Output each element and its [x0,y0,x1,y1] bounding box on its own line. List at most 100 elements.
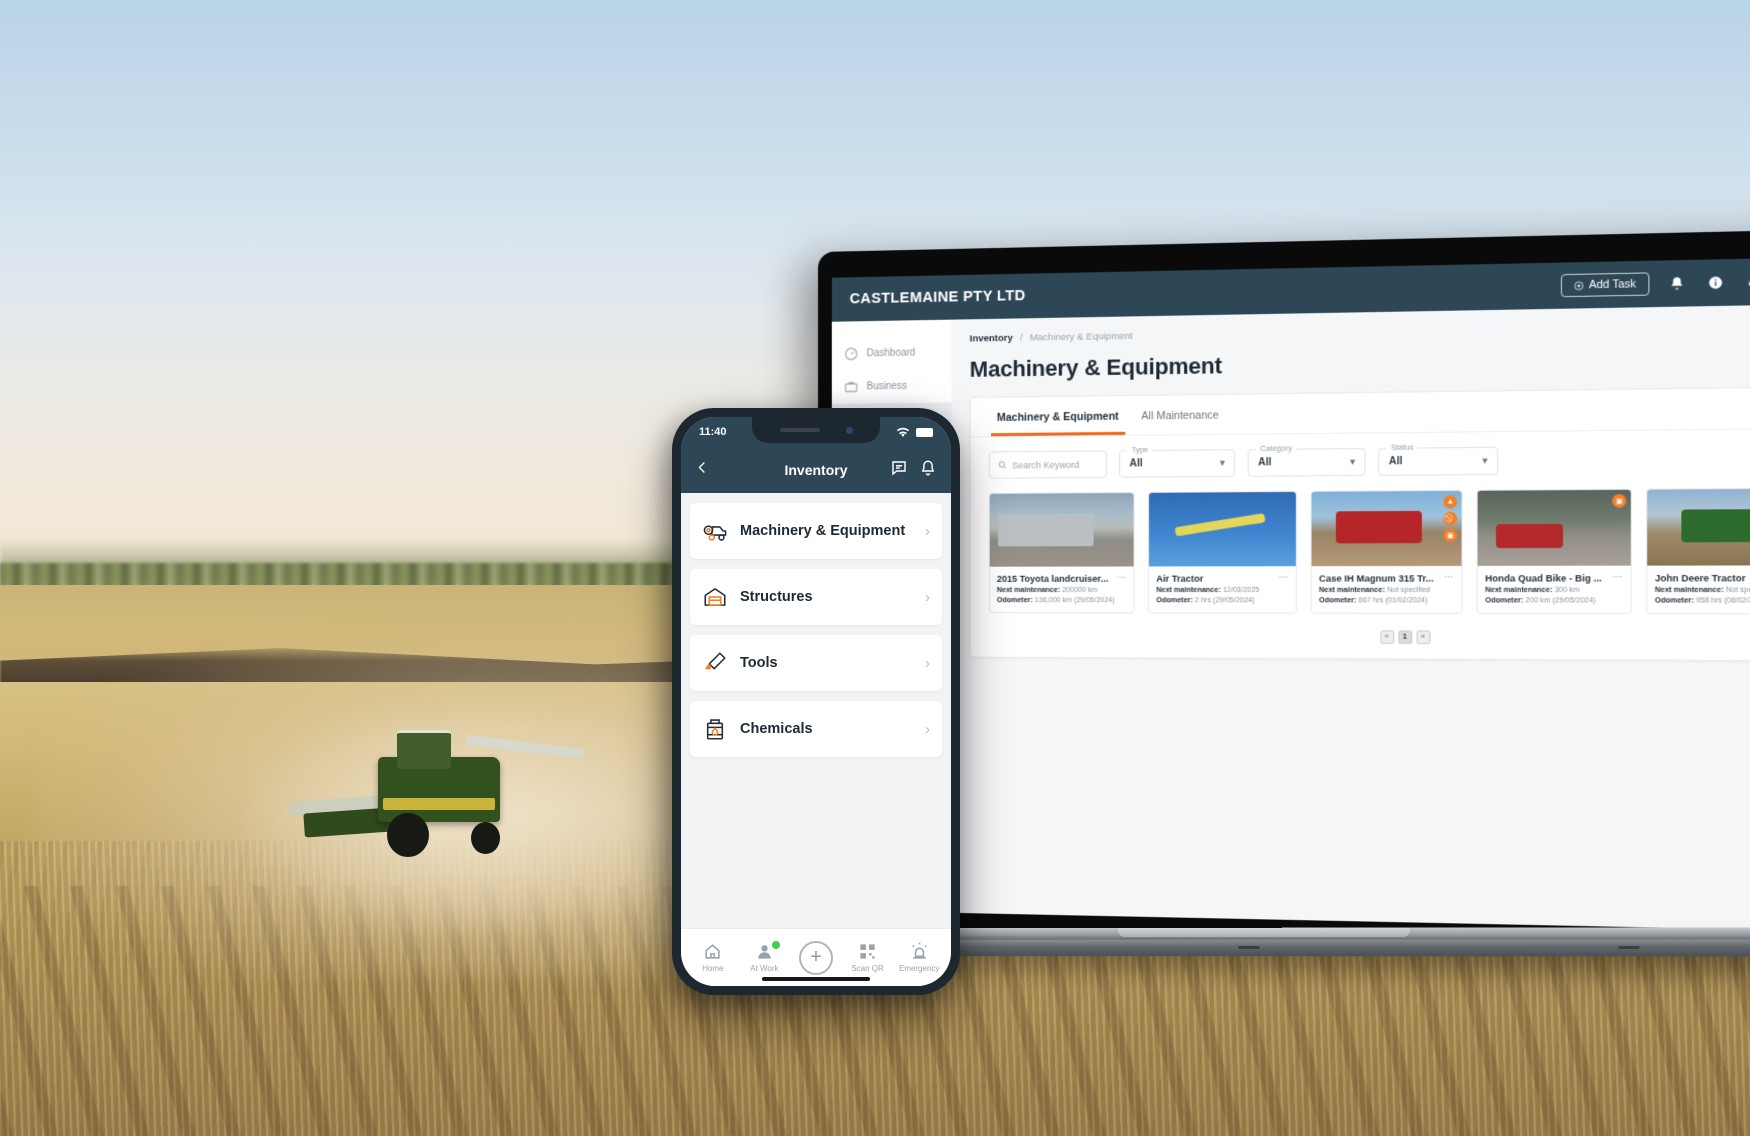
card-body: Air Tractor ⋯ Next maintenance: 12/03/20… [1149,566,1296,612]
nav-item-at-work[interactable]: At Work [739,941,789,973]
odometer-value: 958 hrs (08/02/2023) [1696,597,1750,605]
clipboard-icon[interactable]: ▣ [1612,494,1627,508]
card-menu-icon[interactable]: ⋯ [1279,572,1289,583]
bell-icon[interactable] [1667,273,1688,293]
phone-page-title: Inventory [784,462,848,478]
sidebar-item-business[interactable]: Business [832,369,952,404]
equipment-card[interactable]: Air Tractor ⋯ Next maintenance: 12/03/20… [1148,490,1297,614]
message-icon[interactable] [890,459,908,482]
card-title: Case IH Magnum 315 Tr... [1318,572,1434,584]
info-icon[interactable] [1705,272,1726,293]
combine-harvester [289,721,584,869]
filter-bar: Search Keyword Type All ▾ Category All ▾ [971,428,1750,493]
person-icon [758,945,771,959]
app-body: Dashboard Business Machinery & Equipment [831,302,1750,933]
next-maintenance-label: Next maintenance: [1318,586,1385,595]
equipment-card[interactable]: ▣ John Deere Tractor ⋯ Next maintenance:… [1646,487,1750,615]
gauge-icon [844,346,859,361]
tab-machinery-equipment[interactable]: Machinery & Equipment [990,410,1125,437]
page-title: Machinery & Equipment [969,352,1222,382]
no-entry-icon[interactable]: ⃠ [1443,511,1458,526]
list-item-label: Machinery & Equipment [740,523,906,539]
chevron-down-icon: ▾ [1482,455,1488,466]
card-image: ▣ [1647,488,1750,566]
status-badge-online [772,941,781,949]
breadcrumb-parent[interactable]: Inventory [970,333,1013,345]
clipboard-icon[interactable]: ▣ [1443,528,1458,543]
qr-icon [860,944,875,959]
house-icon [705,944,720,959]
card-title: 2015 Toyota landcruiser... [996,573,1109,584]
card-body: John Deere Tractor ⋯ Next maintenance: N… [1647,565,1750,613]
main-content: Inventory / Machinery & Equipment Machin… [952,303,1750,932]
card-next-maintenance: Next maintenance: 200000 km [997,587,1127,594]
odometer-value: 200 km (29/05/2024) [1525,597,1596,605]
card-body: Honda Quad Bike - Big ... ⋯ Next mainten… [1478,566,1631,613]
laptop-viewport: CASTLEMAINE PTY LTD Add Task Dashboard B… [831,255,1750,933]
pagination-page-1[interactable]: 1 [1397,630,1412,644]
sidebar-item-dashboard[interactable]: Dashboard [832,336,952,371]
phone-menu-list: Machinery & Equipment › Structures › Too… [681,493,951,928]
equipment-card[interactable]: ▣ Honda Quad Bike - Big ... ⋯ Next maint… [1476,488,1632,615]
next-maintenance-value: 300 km [1554,586,1580,595]
card-odometer: Odometer: 667 hrs (01/02/2024) [1319,597,1454,604]
status-select[interactable]: Status All ▾ [1378,442,1499,476]
chevron-left-icon[interactable] [695,460,710,480]
chevron-down-icon: ▾ [1219,457,1225,468]
equipment-card[interactable]: ▲ ⃠ ▣ Case IH Magnum 315 Tr... ⋯ [1310,489,1463,614]
warning-triangle-icon[interactable]: ▲ [1443,495,1458,509]
phone-header-actions [890,459,937,482]
type-select[interactable]: Type All ▾ [1119,444,1236,478]
list-item-label: Tools [740,655,778,671]
card-title: Air Tractor [1156,573,1204,584]
gear-icon[interactable] [1744,272,1750,293]
nav-item-scan-qr[interactable]: Scan QR [843,942,893,973]
card-menu-icon[interactable]: ⋯ [1444,572,1454,583]
breadcrumb-current: Machinery & Equipment [1029,330,1133,344]
plus-circle-icon[interactable]: + [798,940,833,975]
equipment-card-grid: 2015 Toyota landcruiser... ⋯ Next mainte… [971,487,1750,627]
harvester-cab [397,730,452,769]
list-item-tools[interactable]: Tools › [690,635,942,691]
card-odometer: Odometer: 2 hrs (29/05/2024) [1156,597,1288,604]
add-task-button[interactable]: Add Task [1560,272,1650,298]
card-body: 2015 Toyota landcruiser... ⋯ Next mainte… [990,566,1134,612]
nav-item-add[interactable]: + [791,940,841,975]
card-odometer: Odometer: 136,000 km (29/05/2024) [997,597,1127,604]
harvester-auger [465,734,584,760]
phone-notch [752,417,880,443]
drum-icon [706,719,724,740]
card-menu-icon[interactable]: ⋯ [1613,572,1623,584]
laptop-foot-right [1618,945,1640,950]
next-maintenance-label: Next maintenance: [1156,586,1221,595]
nav-item-emergency[interactable]: Emergency [894,942,944,973]
card-badges: ▲ ⃠ ▣ [1443,495,1458,543]
phone-header: Inventory [681,447,951,493]
category-select-label: Category [1255,443,1297,454]
pagination-next[interactable]: » [1416,630,1430,645]
list-item-structures[interactable]: Structures › [690,569,942,625]
nav-label-home: Home [702,964,724,973]
chainsaw-icon [705,652,726,670]
laptop-foot-left [1238,945,1260,950]
list-item-machinery-equipment[interactable]: Machinery & Equipment › [690,503,942,559]
nav-label-scan-qr: Scan QR [851,964,884,973]
equipment-card[interactable]: 2015 Toyota landcruiser... ⋯ Next mainte… [988,491,1135,614]
card-image [989,492,1134,567]
status-time: 11:40 [699,426,727,438]
nav-item-home[interactable]: Home [688,942,738,973]
tab-all-maintenance[interactable]: All Maintenance [1135,409,1225,435]
chevron-down-icon: ▾ [1350,456,1355,467]
harvester-rear-wheel [470,821,501,855]
card-menu-icon[interactable]: ⋯ [1117,573,1127,584]
next-maintenance-value: Not specified [1725,586,1750,595]
list-item-chemicals[interactable]: Chemicals › [690,701,942,757]
breadcrumb: Inventory / Machinery & Equipment [970,318,1750,345]
card-title: Honda Quad Bike - Big ... [1485,572,1602,584]
category-select[interactable]: Category All ▾ [1247,443,1366,477]
search-input[interactable]: Search Keyword [988,450,1107,479]
odometer-label: Odometer: [1156,597,1193,605]
chevron-right-icon: › [925,720,930,738]
pagination-prev[interactable]: « [1379,630,1394,644]
bell-icon[interactable] [919,459,937,482]
